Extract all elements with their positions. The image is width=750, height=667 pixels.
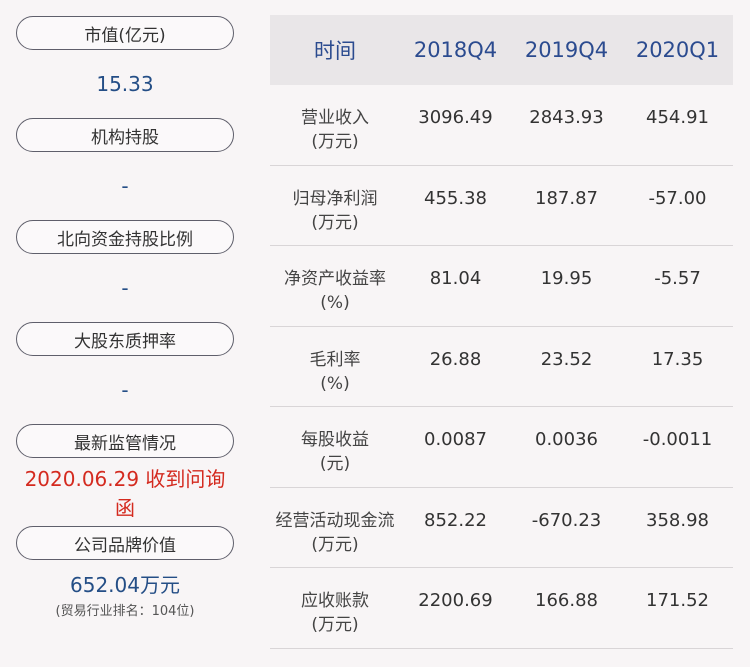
northbound-holding-label: 北向资金持股比例 [16,220,234,254]
metric-value: 0.0087 [424,429,487,450]
left-panel: 市值(亿元) 15.33 机构持股 - 北向资金持股比例 - 大股东质押率 - … [16,16,234,628]
metric-label: 经营活动现金流 (万元) [270,488,400,557]
table-row: 营业收入 (万元) 3096.49 2843.93 454.91 [270,85,733,166]
header-period: 2018Q4 [413,38,498,62]
metric-value: -670.23 [531,509,602,531]
regulatory-status-value: 2020.06.29 收到问询函 [24,467,226,520]
metric-label: 应收账款 (万元) [270,568,400,637]
northbound-holding-value: - [121,276,129,300]
table-row: 归母净利润 (万元) 455.38 187.87 -57.00 [270,166,733,246]
metric-label: 净资产收益率 (%) [270,246,400,315]
brand-rank: (贸易行业排名：104位) [55,604,195,619]
metric-unit: (%) [320,373,350,394]
metric-name: 毛利率 [309,349,361,370]
table-header: 时间 2018Q4 2019Q4 2020Q1 [270,15,733,85]
metric-value: 19.95 [540,268,593,289]
metric-value: 23.52 [540,348,593,370]
metric-value: 3096.49 [418,107,493,128]
metric-label: 每股收益 (元) [270,407,400,476]
metric-unit: (万元) [311,132,359,152]
metric-name: 经营活动现金流 [275,510,395,531]
metric-unit: (万元) [311,534,359,555]
metric-name: 每股收益 [301,430,369,450]
metric-unit: (元) [319,454,351,474]
brand-value-block: 652.04万元 (贸易行业排名：104位) [16,560,234,628]
metric-value: 454.91 [646,107,709,128]
market-cap-label: 市值(亿元) [16,16,234,50]
table-row: 每股收益 (元) 0.0087 0.0036 -0.0011 [270,407,733,488]
brand-value-label: 公司品牌价值 [16,526,234,560]
metric-value: 2843.93 [529,107,604,128]
metric-name: 净资产收益率 [284,269,386,289]
metric-value: 852.22 [424,509,487,531]
pledge-rate-label: 大股东质押率 [16,322,234,356]
metric-value: 2200.69 [418,590,493,611]
metric-value: -0.0011 [642,429,713,450]
header-time: 时间 [314,39,356,63]
market-cap-value: 15.33 [96,72,154,96]
metric-value: 17.35 [651,348,704,370]
table-row: 经营活动现金流 (万元) 852.22 -670.23 358.98 [270,488,733,568]
table-row: 净资产收益率 (%) 81.04 19.95 -5.57 [270,246,733,327]
metric-name: 营业收入 [301,108,369,128]
regulatory-status-label: 最新监管情况 [16,424,234,458]
metric-value: 26.88 [429,348,482,370]
metric-value: 0.0036 [535,429,598,450]
metric-value: -57.00 [648,187,707,209]
financial-table: 时间 2018Q4 2019Q4 2020Q1 营业收入 (万元) 3096.49 2… [270,15,733,649]
metric-unit: (万元) [311,212,359,233]
metric-value: 358.98 [646,509,709,531]
metric-label: 营业收入 (万元) [270,85,400,154]
metric-name: 归母净利润 [292,188,378,209]
metric-unit: (万元) [311,615,359,635]
metric-value: 187.87 [535,187,598,209]
metric-name: 应收账款 [301,591,369,611]
metric-value: 171.52 [646,590,709,611]
institutional-holding-value: - [121,174,129,198]
header-period: 2020Q1 [635,38,720,62]
header-period: 2019Q4 [524,38,609,62]
pledge-rate-value: - [121,378,129,402]
metric-value: 166.88 [535,590,598,611]
metric-value: -5.57 [654,268,701,289]
institutional-holding-label: 机构持股 [16,118,234,152]
metric-value: 81.04 [429,268,482,289]
table-row: 应收账款 (万元) 2200.69 166.88 171.52 [270,568,733,649]
metric-value: 455.38 [424,187,487,209]
metric-label: 毛利率 (%) [270,327,400,396]
table-row: 毛利率 (%) 26.88 23.52 17.35 [270,327,733,407]
metric-label: 归母净利润 (万元) [270,166,400,235]
metric-unit: (%) [320,293,350,313]
brand-value: 652.04万元 [70,573,180,597]
